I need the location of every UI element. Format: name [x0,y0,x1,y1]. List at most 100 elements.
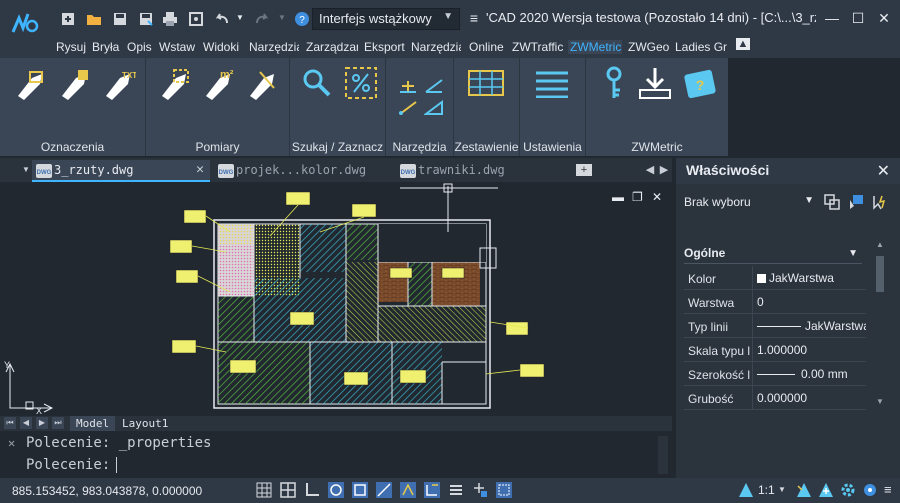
key-icon[interactable] [602,66,626,100]
next-layout-icon[interactable]: ▶ [36,417,48,429]
close-button[interactable]: ✕ [876,10,892,26]
tab-ladies[interactable]: Ladies Gr [675,40,727,54]
property-row-linetype[interactable]: Typ linii JakWarstwa [684,314,866,338]
snap-mode-icon[interactable] [280,482,296,498]
isolate-objects-icon[interactable] [862,482,878,498]
lineweight-toggle-icon[interactable] [448,482,464,498]
tab-narzedzia-2[interactable]: Narzędzia [411,40,461,54]
quick-properties-icon[interactable] [472,482,488,498]
scroll-up-icon[interactable]: ▲ [876,240,884,249]
scroll-down-icon[interactable]: ▼ [876,397,884,406]
tag-icon[interactable] [12,66,48,102]
property-row-color[interactable]: Kolor JakWarstwa [684,266,866,290]
print-icon[interactable] [162,11,178,27]
plot-preview-icon[interactable] [188,11,204,27]
grid-display-icon[interactable] [256,482,272,498]
tab-bryla[interactable]: Bryła [92,40,122,54]
tab-zwmetric[interactable]: ZWMetric [568,40,622,54]
maximize-button[interactable]: ☐ [850,10,866,26]
dynamic-ucs-icon[interactable] [424,482,440,498]
property-row-linetype-scale[interactable]: Skala typu linii 1.000000 [684,338,866,362]
search-icon[interactable] [302,68,332,98]
workspace-settings-gear-icon[interactable] [840,482,856,498]
properties-scrollbar[interactable]: ▲ ▼ [874,238,886,408]
drawing-canvas[interactable]: ▬ ❐ ✕ Y X [0,182,672,416]
save-icon[interactable] [112,11,128,27]
command-scrollbar[interactable] [658,436,668,474]
select-objects-icon[interactable] [848,194,864,210]
quick-select-icon[interactable] [872,194,888,210]
tab-zwgeo[interactable]: ZWGeo [628,40,670,54]
toggle-pickadd-icon[interactable] [824,194,840,210]
selection-cycling-icon[interactable] [496,482,512,498]
polar-tracking-icon[interactable] [328,482,344,498]
tab-zarzadzanie[interactable]: Zarządzanie [306,40,358,54]
new-tab-button[interactable]: + [576,164,592,176]
measure-area-icon[interactable]: m² [200,66,236,102]
chevron-down-icon[interactable]: ▼ [778,485,786,494]
close-command-icon[interactable]: ✕ [8,436,15,450]
measure-distance-icon[interactable] [156,66,192,102]
tab-list-dropdown-icon[interactable]: ▼ [20,164,32,176]
doc-tab-trawniki[interactable]: DWG trawniki.dwg [396,160,574,182]
help-icon[interactable]: ? [294,11,310,27]
workspace-selector[interactable]: Interfejs wstążkowy ▼ [312,8,460,30]
command-input[interactable] [116,457,636,473]
tab-scroll-right-icon[interactable]: ▶ [658,164,670,176]
save-as-icon[interactable] [138,11,154,27]
tool-triangle-icon[interactable] [424,100,444,116]
first-layout-icon[interactable]: ⏮ [4,417,16,429]
undo-icon[interactable] [214,11,230,27]
dynamic-input-icon[interactable] [400,482,416,498]
select-percent-icon[interactable] [344,66,378,100]
last-layout-icon[interactable]: ⏭ [52,417,64,429]
object-snap-icon[interactable] [352,482,368,498]
settings-list-icon[interactable] [534,70,570,98]
menu-toggle-icon[interactable]: ≡ [466,10,482,26]
new-file-icon[interactable] [60,11,76,27]
object-snap-tracking-icon[interactable] [376,482,392,498]
undo-dropdown-icon[interactable]: ▼ [232,10,248,26]
annotation-scale-icon[interactable] [738,482,754,498]
ortho-mode-icon[interactable] [304,482,320,498]
doc-tab-3-rzuty[interactable]: DWG 3_rzuty.dwg ✕ [32,160,210,182]
download-icon[interactable] [638,66,672,100]
help-book-icon[interactable]: ? [682,66,718,102]
tab-rysuj[interactable]: Rysuj [56,40,86,54]
open-folder-icon[interactable] [86,11,102,27]
redo-icon[interactable] [254,11,270,27]
tab-online[interactable]: Online [469,40,505,54]
tag-area-icon[interactable] [56,66,92,102]
tab-narzedzia[interactable]: Narzędzia [249,40,299,54]
tab-widoki[interactable]: Widoki [203,40,243,54]
customization-menu-icon[interactable]: ≡ [884,482,892,497]
doc-tab-projekt-kolor[interactable]: DWG projek...kolor.dwg [214,160,392,182]
annotation-scale-value[interactable]: 1:1 [758,483,775,497]
layout-tab-layout1[interactable]: Layout1 [116,416,174,431]
measure-length-icon[interactable] [244,66,280,102]
tag-text-icon[interactable]: TXT [100,66,136,102]
tool-add-icon[interactable] [398,78,418,94]
ribbon-minimize-icon[interactable]: ▲ [736,38,750,50]
app-logo-icon[interactable] [10,10,42,36]
tab-eksport[interactable]: Eksport [364,40,406,54]
selection-dropdown[interactable]: Brak wyboru ▼ [684,192,818,212]
layout-tab-model[interactable]: Model [70,416,116,431]
close-icon[interactable]: ✕ [196,162,204,177]
property-row-lineweight[interactable]: Szerokość linii 0.00 mm [684,362,866,386]
tab-scroll-left-icon[interactable]: ◀ [644,164,656,176]
close-icon[interactable]: ✕ [877,161,890,181]
section-ogolne[interactable]: Ogólne ▼ [684,244,862,264]
tool-angle-icon[interactable] [424,78,444,94]
tab-zwtraffic[interactable]: ZWTraffic [512,40,564,54]
tool-line-icon[interactable] [398,100,418,116]
property-row-thickness[interactable]: Grubość 0.000000 [684,386,866,410]
scroll-thumb[interactable] [876,256,884,292]
table-icon[interactable] [468,70,504,96]
prev-layout-icon[interactable]: ◀ [20,417,32,429]
auto-scale-icon[interactable] [818,482,834,498]
redo-dropdown-icon[interactable]: ▼ [274,10,290,26]
tab-wstaw[interactable]: Wstaw [159,40,197,54]
tab-opis[interactable]: Opis [127,40,153,54]
property-row-layer[interactable]: Warstwa 0 [684,290,866,314]
